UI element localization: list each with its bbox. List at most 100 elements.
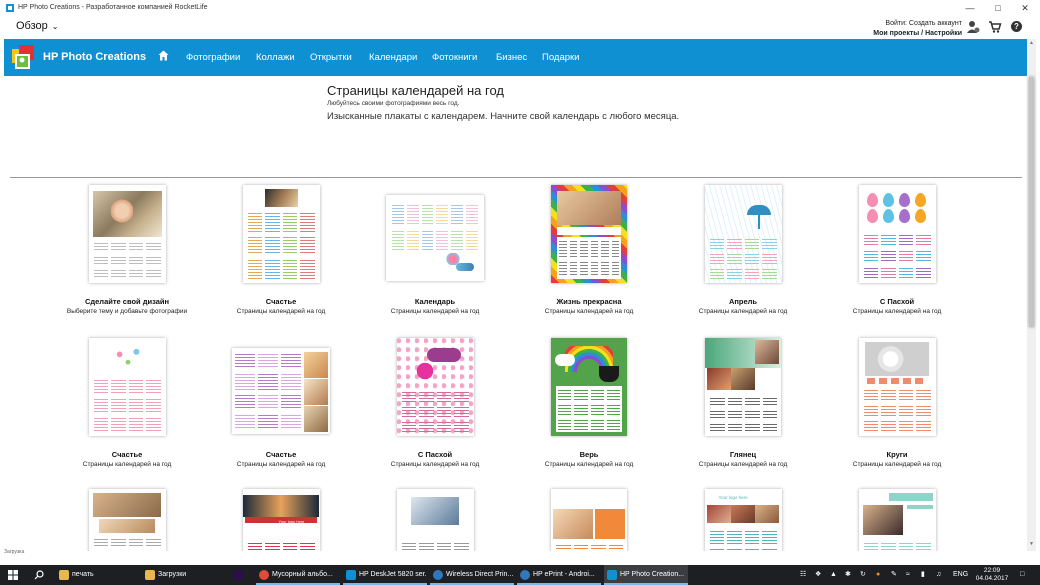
teal-bar [906,505,933,509]
calendar-month-grid [710,396,777,432]
calendar-month [881,388,896,401]
template-thumbnail[interactable] [551,185,627,283]
edge-icon [520,570,530,580]
people-icon[interactable]: ☷ [800,565,806,585]
template-thumbnail[interactable] [551,489,627,551]
card-title[interactable]: Сделайте свой дизайн [50,297,204,306]
calendar-month-grid [559,239,619,277]
template-thumbnail[interactable] [242,185,320,283]
calendar-month [863,249,878,263]
card-title[interactable]: Жизнь прекрасна [512,297,666,306]
calendar-month [128,416,143,432]
scroll-down-icon[interactable]: ▼ [1027,541,1036,547]
network-icon[interactable]: ▲ [830,565,837,585]
card-title[interactable]: Верь [512,450,666,459]
calendar-month-grid [709,529,777,551]
battery-icon[interactable]: ▮ [921,565,925,585]
bunny-bag-icon [414,360,435,382]
photo-placeholder [264,189,298,207]
vertical-scrollbar[interactable]: ▲ ▼ [1027,39,1036,551]
language-indicator[interactable]: ENG [953,565,968,585]
card-title[interactable]: Счастье [204,297,358,306]
calendar-month [111,254,126,266]
bluetooth-icon[interactable]: ✱ [845,565,851,585]
card-subtitle: Страницы календарей на год [544,461,634,468]
template-thumbnail[interactable] [551,338,627,436]
template-thumbnail[interactable]: Your logo here [242,489,320,551]
card-title[interactable]: Календарь [358,297,512,306]
template-thumbnail[interactable] [396,489,474,551]
calendar-month [419,420,434,432]
template-thumbnail[interactable] [396,338,474,436]
taskbar-item[interactable]: Загрузки [142,565,226,585]
pen-icon[interactable]: ✎ [891,565,897,585]
template-thumbnail[interactable] [88,489,166,551]
calendar-month [574,403,588,415]
template-thumbnail[interactable] [232,348,330,434]
card-title[interactable]: Апрель [666,297,820,306]
template-thumbnail[interactable] [704,185,782,283]
template-thumbnail[interactable]: Your logo here [704,489,782,551]
card-subtitle: Страницы календарей на год [698,308,788,315]
photo-placeholder [553,509,593,539]
calendar-month [128,537,143,549]
sync-icon[interactable]: ↻ [860,565,866,585]
notifications-icon[interactable]: □ [1020,565,1024,585]
scrollbar-thumb[interactable] [1029,77,1034,327]
card-title[interactable]: С Пасхой [820,297,974,306]
calendar-month [436,228,449,251]
calendar-month [863,265,878,279]
calendar-month [235,392,255,410]
clock[interactable]: 22:09 04.04.2017 [972,567,1012,583]
template-thumbnail[interactable] [858,338,936,436]
premiere-icon [233,570,243,580]
card-title[interactable]: Счастье [204,450,358,459]
template-thumbnail[interactable] [88,338,166,436]
floral-wreath [106,344,149,370]
card-title[interactable]: Глянец [666,450,820,459]
template-thumbnail[interactable] [858,185,936,283]
taskbar-item[interactable]: HP DeskJet 5820 ser... [343,565,427,585]
avast-icon[interactable]: ● [876,565,880,585]
clock-date: 04.04.2017 [975,575,1009,582]
template-thumbnail[interactable] [705,338,781,436]
card-title[interactable]: Счастье [50,450,204,459]
taskbar-item[interactable]: Wireless Direct Prin... [430,565,514,585]
calendar-month [419,405,434,417]
template-thumbnail[interactable] [858,489,936,551]
photo-placeholder [304,352,328,378]
taskbar-item[interactable]: HP ePrint - Androi... [517,565,601,585]
calendar-month [401,420,416,432]
calendar-month [258,372,278,390]
windows-start-icon[interactable] [8,570,18,580]
taskbar-item[interactable] [230,565,252,585]
card-title[interactable]: С Пасхой [358,450,512,459]
calendar-month [111,241,126,252]
card-subtitle: Страницы календарей на год [544,308,634,315]
search-icon[interactable] [34,570,44,580]
easter-egg-icon [882,193,894,207]
volume-icon[interactable]: ♫ [936,565,941,585]
calendar-month [93,378,108,394]
scroll-up-icon[interactable]: ▲ [1027,40,1036,46]
wifi-icon[interactable]: ≈ [906,565,910,585]
calendar-month [606,388,620,400]
template-thumbnail[interactable] [88,185,166,283]
taskbar-item[interactable]: печать [56,565,140,585]
dropbox-icon[interactable]: ❖ [815,565,821,585]
orange-panel [595,509,625,539]
card-title[interactable]: Круги [820,450,974,459]
calendar-month [580,239,588,257]
calendar-month-grid [93,537,161,551]
calendar-month [454,541,469,551]
template-thumbnail[interactable] [386,195,484,281]
photo-placeholder [706,505,731,523]
calendar-month [419,541,434,551]
calendar-month [601,259,609,277]
taskbar-item[interactable]: Мусорный альбо... [256,565,340,585]
taskbar-item[interactable]: HP Photo Creation... [604,565,688,585]
calendar-month [727,547,742,551]
calendar-month [898,388,913,401]
calendar-month [744,547,759,551]
photo-placeholder [92,493,161,517]
